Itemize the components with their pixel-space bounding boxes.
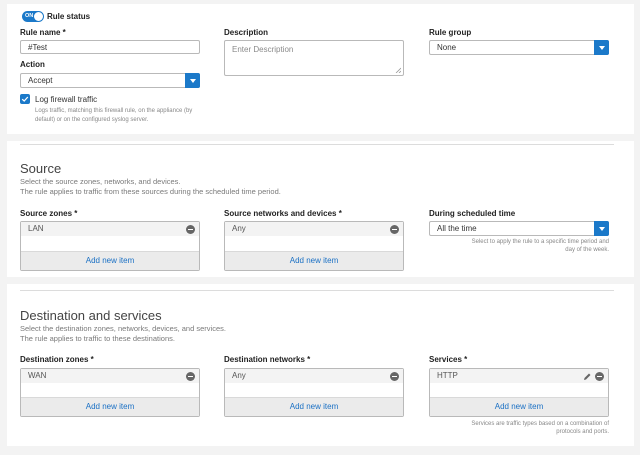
destination-network-item: Any (232, 371, 246, 380)
services-list[interactable]: HTTP Add new item (429, 368, 609, 417)
action-label: Action (20, 60, 45, 69)
list-item[interactable]: WAN (21, 369, 199, 383)
schedule-value: All the time (437, 224, 477, 233)
remove-icon[interactable] (595, 372, 604, 381)
services-label: Services * (429, 355, 468, 364)
description-placeholder: Enter Description (232, 45, 294, 54)
source-network-item: Any (232, 224, 246, 233)
action-value: Accept (28, 76, 53, 85)
source-divider (20, 144, 614, 145)
destination-zones-label: Destination zones * (20, 355, 94, 364)
destination-desc-line2: The rule applies to traffic to these des… (20, 334, 175, 343)
add-new-item-button[interactable]: Add new item (21, 251, 199, 270)
chevron-down-icon (594, 221, 609, 236)
schedule-help-line1: Select to apply the rule to a specific t… (471, 239, 609, 245)
add-new-item-button[interactable]: Add new item (225, 397, 403, 416)
source-zones-list[interactable]: LAN Add new item (20, 221, 200, 271)
services-help-line1: Services are traffic types based on a co… (471, 421, 609, 427)
action-select[interactable]: Accept (20, 73, 200, 88)
log-help-line2: default) or on the configured syslog ser… (35, 117, 149, 123)
rule-status-label: Rule status (47, 12, 91, 21)
chevron-down-icon (594, 40, 609, 55)
check-icon (21, 96, 29, 102)
rule-group-select[interactable]: None (429, 40, 609, 55)
remove-icon[interactable] (390, 225, 399, 234)
source-networks-list[interactable]: Any Add new item (224, 221, 404, 271)
destination-zone-item: WAN (28, 371, 47, 380)
destination-desc-line1: Select the destination zones, networks, … (20, 324, 226, 333)
chevron-down-icon (185, 73, 200, 88)
list-item[interactable]: HTTP (430, 369, 608, 383)
remove-icon[interactable] (186, 372, 195, 381)
description-label: Description (224, 28, 269, 37)
source-zones-label: Source zones * (20, 209, 78, 218)
rule-name-label: Rule name * (20, 28, 66, 37)
schedule-select[interactable]: All the time (429, 221, 609, 236)
log-traffic-label: Log firewall traffic (35, 95, 98, 104)
source-zone-item: LAN (28, 224, 44, 233)
destination-zones-list[interactable]: WAN Add new item (20, 368, 200, 417)
source-networks-label: Source networks and devices * (224, 209, 342, 218)
services-item: HTTP (437, 371, 458, 380)
add-new-item-button[interactable]: Add new item (21, 397, 199, 416)
destination-networks-label: Destination networks * (224, 355, 311, 364)
rule-name-input[interactable]: #Test (20, 40, 200, 54)
list-item[interactable]: Any (225, 369, 403, 383)
destination-networks-list[interactable]: Any Add new item (224, 368, 404, 417)
schedule-label: During scheduled time (429, 209, 516, 218)
destination-divider (20, 290, 614, 291)
list-item[interactable]: LAN (21, 222, 199, 236)
log-help-line1: Logs traffic, matching this firewall rul… (35, 108, 193, 114)
destination-title: Destination and services (20, 308, 162, 323)
rule-group-label: Rule group (429, 28, 472, 37)
log-traffic-checkbox[interactable] (20, 94, 30, 104)
description-textarea[interactable]: Enter Description (224, 40, 404, 76)
edit-icon[interactable] (583, 372, 592, 381)
add-new-item-button[interactable]: Add new item (430, 397, 608, 416)
toggle-knob (34, 12, 43, 21)
source-desc-line2: The rule applies to traffic from these s… (20, 187, 281, 196)
toggle-on-label: ON (25, 12, 34, 19)
add-new-item-button[interactable]: Add new item (225, 251, 403, 270)
services-help-line2: protocols and ports. (556, 429, 609, 435)
rule-status-toggle[interactable]: ON (22, 11, 44, 22)
list-item[interactable]: Any (225, 222, 403, 236)
schedule-help-line2: day of the week. (565, 247, 609, 253)
rule-name-value: #Test (28, 42, 48, 52)
remove-icon[interactable] (186, 225, 195, 234)
rule-group-value: None (437, 43, 457, 52)
source-title: Source (20, 161, 62, 176)
remove-icon[interactable] (390, 372, 399, 381)
source-desc-line1: Select the source zones, networks, and d… (20, 177, 181, 186)
resize-handle-icon[interactable] (395, 67, 401, 73)
